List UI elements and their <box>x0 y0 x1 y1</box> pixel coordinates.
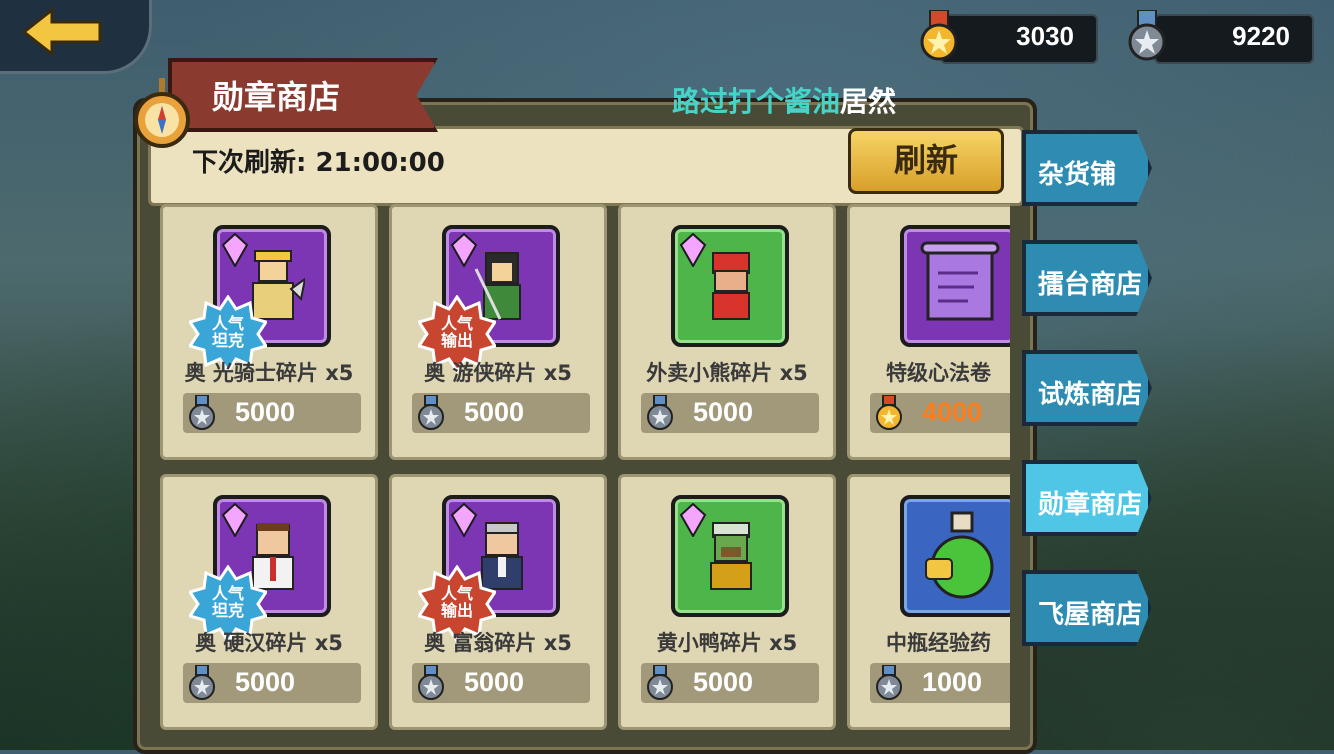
item-price: 5000 <box>183 663 361 703</box>
back-arrow-icon[interactable] <box>20 6 104 58</box>
item-price: 5000 <box>412 663 590 703</box>
item-price: 5000 <box>641 393 819 433</box>
silver-medal-icon <box>1128 10 1166 61</box>
gold-medal-value: 3030 <box>1016 21 1074 51</box>
refresh-button[interactable]: 刷新 <box>848 128 1004 194</box>
silver-medal-counter: 9220 <box>1154 14 1314 64</box>
badge-text: 人气 输出 <box>440 584 473 620</box>
silver-medal-icon <box>418 665 444 700</box>
badge-text: 人气 坦克 <box>211 584 244 620</box>
gold-medal-icon <box>876 395 902 430</box>
tab-label: 杂货铺 <box>1038 160 1117 190</box>
item-name: 奥 游侠碎片 x5 <box>424 361 572 385</box>
tab-label: 勋章商店 <box>1038 490 1143 520</box>
item-price-value: 5000 <box>693 667 754 697</box>
item-price-value: 1000 <box>922 667 983 697</box>
item-name: 特级心法卷 <box>886 361 991 385</box>
item-price: 4000 <box>870 393 1010 433</box>
scroll-icon <box>920 241 1000 321</box>
item-name: 外卖小熊碎片 x5 <box>646 361 808 385</box>
item-name: 奥 富翁碎片 x5 <box>424 631 572 655</box>
shop-item-card[interactable]: 人气 坦克 奥 光骑士碎片 x5 5000 <box>160 204 378 460</box>
tab-flying-house-shop[interactable]: 飞屋商店 <box>1022 570 1152 646</box>
shop-item-card[interactable]: 人气 输出 奥 富翁碎片 x5 5000 <box>389 474 607 730</box>
item-grid: 人气 坦克 奥 光骑士碎片 x5 5000 人气 输出 奥 游侠碎片 x5 5000 <box>160 200 1010 740</box>
gold-medal-icon <box>920 10 958 61</box>
item-price: 1000 <box>870 663 1010 703</box>
exp-potion-icon <box>925 511 994 599</box>
item-price-value: 5000 <box>464 667 525 697</box>
item-frame <box>900 225 1010 347</box>
yellow-duck-icon <box>710 522 752 590</box>
silver-medal-icon <box>418 395 444 430</box>
badge-text: 人气 输出 <box>440 314 473 350</box>
silver-medal-icon <box>189 665 215 700</box>
item-name: 奥 硬汉碎片 x5 <box>195 631 343 655</box>
item-frame <box>671 495 789 617</box>
item-name: 中瓶经验药 <box>886 631 991 655</box>
silver-medal-icon <box>647 395 673 430</box>
item-price-value: 5000 <box>693 397 754 427</box>
tab-label: 飞屋商店 <box>1038 600 1143 630</box>
tab-general-store[interactable]: 杂货铺 <box>1022 130 1152 206</box>
delivery-bear-icon <box>712 252 750 320</box>
shop-title: 勋章商店 <box>212 78 341 116</box>
shop-item-card[interactable]: 中瓶经验药 1000 <box>847 474 1010 730</box>
item-name: 黄小鸭碎片 x5 <box>656 631 798 655</box>
tab-arena-shop[interactable]: 擂台商店 <box>1022 240 1152 316</box>
silver-medal-icon <box>647 665 673 700</box>
scrolling-notice: 路过打个酱油居然 <box>672 80 896 120</box>
notice-rest: 居然 <box>840 85 897 118</box>
gold-medal-counter: 3030 <box>940 14 1098 64</box>
item-name: 奥 光骑士碎片 x5 <box>184 361 354 385</box>
refresh-countdown: 下次刷新: 21:00:00 <box>192 148 445 178</box>
silver-medal-icon <box>876 665 902 700</box>
silver-medal-value: 9220 <box>1232 21 1290 51</box>
item-price-value: 4000 <box>922 397 983 427</box>
item-price: 5000 <box>183 393 361 433</box>
shop-item-card[interactable]: 人气 输出 奥 游侠碎片 x5 5000 <box>389 204 607 460</box>
tab-trial-shop[interactable]: 试炼商店 <box>1022 350 1152 426</box>
item-price: 5000 <box>641 663 819 703</box>
shop-item-card[interactable]: 特级心法卷 4000 <box>847 204 1010 460</box>
item-frame <box>900 495 1010 617</box>
shop-item-card[interactable]: 外卖小熊碎片 x5 5000 <box>618 204 836 460</box>
compass-icon <box>134 78 190 148</box>
tab-label: 试炼商店 <box>1038 380 1143 410</box>
item-frame <box>671 225 789 347</box>
tab-medal-shop[interactable]: 勋章商店 <box>1022 460 1152 536</box>
shop-item-card[interactable]: 黄小鸭碎片 x5 5000 <box>618 474 836 730</box>
shop-item-card[interactable]: 人气 坦克 奥 硬汉碎片 x5 5000 <box>160 474 378 730</box>
item-price: 5000 <box>412 393 590 433</box>
silver-medal-icon <box>189 395 215 430</box>
item-price-value: 5000 <box>235 667 296 697</box>
item-price-value: 5000 <box>235 397 296 427</box>
badge-text: 人气 坦克 <box>211 314 244 350</box>
tab-label: 擂台商店 <box>1038 270 1143 300</box>
notice-highlight: 路过打个酱油 <box>672 85 841 118</box>
item-price-value: 5000 <box>464 397 525 427</box>
